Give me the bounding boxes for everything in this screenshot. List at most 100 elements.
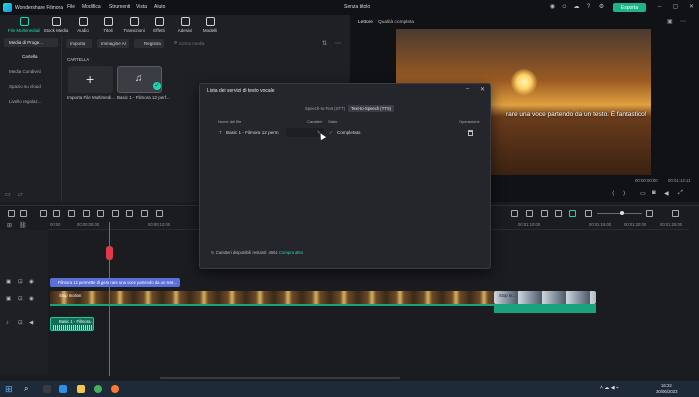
text-icon[interactable] xyxy=(97,210,104,217)
lock-icon[interactable]: ⊡ xyxy=(18,279,23,285)
folder-icon[interactable]: ▱ xyxy=(18,191,23,198)
menu-vista[interactable]: Vista xyxy=(136,4,147,10)
delete-icon[interactable] xyxy=(68,210,75,217)
import-media-tile[interactable]: + xyxy=(68,66,113,93)
menu-modifica[interactable]: Modifica xyxy=(82,4,101,10)
mic-icon[interactable] xyxy=(541,210,548,217)
sidebar-item-project-media[interactable]: Media di Proge... xyxy=(4,38,58,47)
camera-icon[interactable]: ◙ xyxy=(652,190,656,196)
zoom-out-icon[interactable] xyxy=(585,210,592,217)
add-track-icon[interactable]: ⊞ xyxy=(7,222,12,229)
menu-strumenti[interactable]: Strumenti xyxy=(109,4,130,10)
sidebar-item-adjustment[interactable]: Livello regolaz... xyxy=(4,97,58,106)
speed-icon[interactable] xyxy=(112,210,119,217)
eye-icon[interactable]: ◉ xyxy=(29,279,34,285)
fullscreen-icon[interactable]: ⤢ xyxy=(678,190,683,197)
image-icon[interactable]: ▣ xyxy=(667,18,673,25)
zoom-slider-handle[interactable] xyxy=(620,211,624,215)
notification-icon[interactable]: ◉ xyxy=(548,3,557,12)
more-icon-preview[interactable]: ⋯ xyxy=(680,18,686,25)
audio-icon[interactable] xyxy=(156,210,163,217)
eye-icon-2[interactable]: ◉ xyxy=(29,296,34,302)
tab-modelli[interactable]: Modelli xyxy=(193,17,227,33)
col-file-name: Nome del file xyxy=(218,119,242,124)
voice-audio-clip[interactable]: Basic 1 - Filmora... xyxy=(50,317,94,331)
media-toolbar: File Multimediali Stock Media Audio Tito… xyxy=(0,15,350,36)
close-dialog-icon[interactable]: ✕ xyxy=(480,86,485,93)
video-clip-2[interactable]: Stop m... xyxy=(494,291,596,304)
trash-icon[interactable] xyxy=(468,130,473,136)
volume-icon[interactable]: ◀ xyxy=(664,190,669,197)
select-icon[interactable] xyxy=(20,210,27,217)
close-icon[interactable]: ✕ xyxy=(687,3,696,12)
sidebar-item-folder[interactable]: Cartella xyxy=(4,52,58,61)
redo-icon[interactable] xyxy=(53,210,60,217)
media-item-audio[interactable]: ♫ ✓ xyxy=(117,66,162,93)
tab-speech-to-text[interactable]: Speech-to-Text (STT) xyxy=(302,105,348,112)
marker-icon[interactable] xyxy=(526,210,533,217)
ai-icon[interactable] xyxy=(555,210,562,217)
ruler-label: 00:01:10:00 xyxy=(518,222,541,227)
buy-more-link[interactable]: Compra altro xyxy=(279,250,303,255)
export-button[interactable]: Esporta xyxy=(613,3,646,12)
prev-frame-icon[interactable]: ⟨ xyxy=(612,190,614,197)
color-icon[interactable] xyxy=(141,210,148,217)
more-icon[interactable]: ⋯ xyxy=(335,40,341,47)
row-status: Completato xyxy=(337,130,361,135)
tab-player[interactable]: Lettore xyxy=(358,20,373,25)
video-clip[interactable]: Stop motion xyxy=(50,291,495,304)
cloud-icon[interactable]: ☁ xyxy=(572,3,581,12)
quality-dropdown[interactable]: Qualità completa xyxy=(378,20,414,25)
playhead-handle[interactable] xyxy=(106,246,113,260)
minimize-dialog-icon[interactable]: – xyxy=(466,86,469,92)
audio-track-icon: ♪ xyxy=(6,320,9,326)
audio-clip-2[interactable] xyxy=(494,304,596,313)
cut-icon[interactable] xyxy=(83,210,90,217)
image-ai-dropdown[interactable]: Immagine AI xyxy=(97,39,129,48)
undo-icon[interactable] xyxy=(40,210,47,217)
maximize-icon[interactable]: ▢ xyxy=(671,3,680,12)
minimize-icon[interactable]: – xyxy=(655,3,664,12)
account-icon[interactable]: ☺ xyxy=(560,3,569,12)
menu-file[interactable]: File xyxy=(67,4,75,10)
sidebar-item-cloud[interactable]: Spazio su cloud xyxy=(4,82,58,91)
record-dropdown[interactable]: Registra xyxy=(134,39,164,48)
edge-icon[interactable] xyxy=(59,385,67,393)
zoom-in-icon[interactable] xyxy=(646,210,653,217)
settings-icon[interactable]: ⚙ xyxy=(597,3,606,12)
help-icon[interactable]: ? xyxy=(584,3,593,12)
speaker-icon[interactable]: ◀ xyxy=(29,320,33,326)
search-taskbar-icon[interactable]: ⌕ xyxy=(24,384,28,394)
video-caption: rare una voce partendo da un testo. È fa… xyxy=(506,111,647,118)
crop-icon[interactable] xyxy=(126,210,133,217)
snap-icon[interactable] xyxy=(569,210,576,217)
lock-icon-2[interactable]: ⊡ xyxy=(18,296,23,302)
tab-file-multimediali[interactable]: File Multimediali xyxy=(7,17,41,33)
render-icon[interactable] xyxy=(511,210,518,217)
filter-icon[interactable]: ⇅ xyxy=(322,40,327,47)
link-icon[interactable]: ⛓ xyxy=(19,222,27,229)
menu-aiuto[interactable]: Aiuto xyxy=(154,4,165,10)
tab-text-to-speech[interactable]: Text-to-Speech (TTS) xyxy=(348,105,394,112)
layout-icon[interactable] xyxy=(8,210,15,217)
tray-icons[interactable]: ˄ ☁ ◀ ⌁ xyxy=(600,385,619,391)
task-view-icon[interactable] xyxy=(43,385,51,393)
text-clip[interactable]: Filmora 12 permette di generare una voce… xyxy=(50,278,180,287)
add-folder-icon[interactable]: ▭ xyxy=(5,191,11,198)
timeline-scrollbar[interactable] xyxy=(160,377,400,379)
import-dropdown[interactable]: Importa xyxy=(66,39,92,48)
explorer-icon[interactable] xyxy=(77,385,85,393)
firefox-icon[interactable] xyxy=(111,385,119,393)
col-status: Stato xyxy=(328,119,338,124)
audio-clip-label: Basic 1 - Filmora... xyxy=(59,319,94,324)
sidebar-item-shared[interactable]: Media Condivisi xyxy=(4,67,58,76)
windows-start-icon[interactable]: ⊞ xyxy=(5,384,13,395)
next-frame-icon[interactable]: ⟩ xyxy=(623,190,625,197)
more-icon-timeline[interactable] xyxy=(672,210,679,217)
effects-icon xyxy=(154,17,164,26)
video-clip-label: Stop motion xyxy=(59,293,82,298)
lock-icon-3[interactable]: ⊡ xyxy=(18,320,23,326)
chrome-icon[interactable] xyxy=(94,385,102,393)
search-input[interactable] xyxy=(179,39,259,48)
monitor-icon[interactable]: ▭ xyxy=(640,190,646,197)
